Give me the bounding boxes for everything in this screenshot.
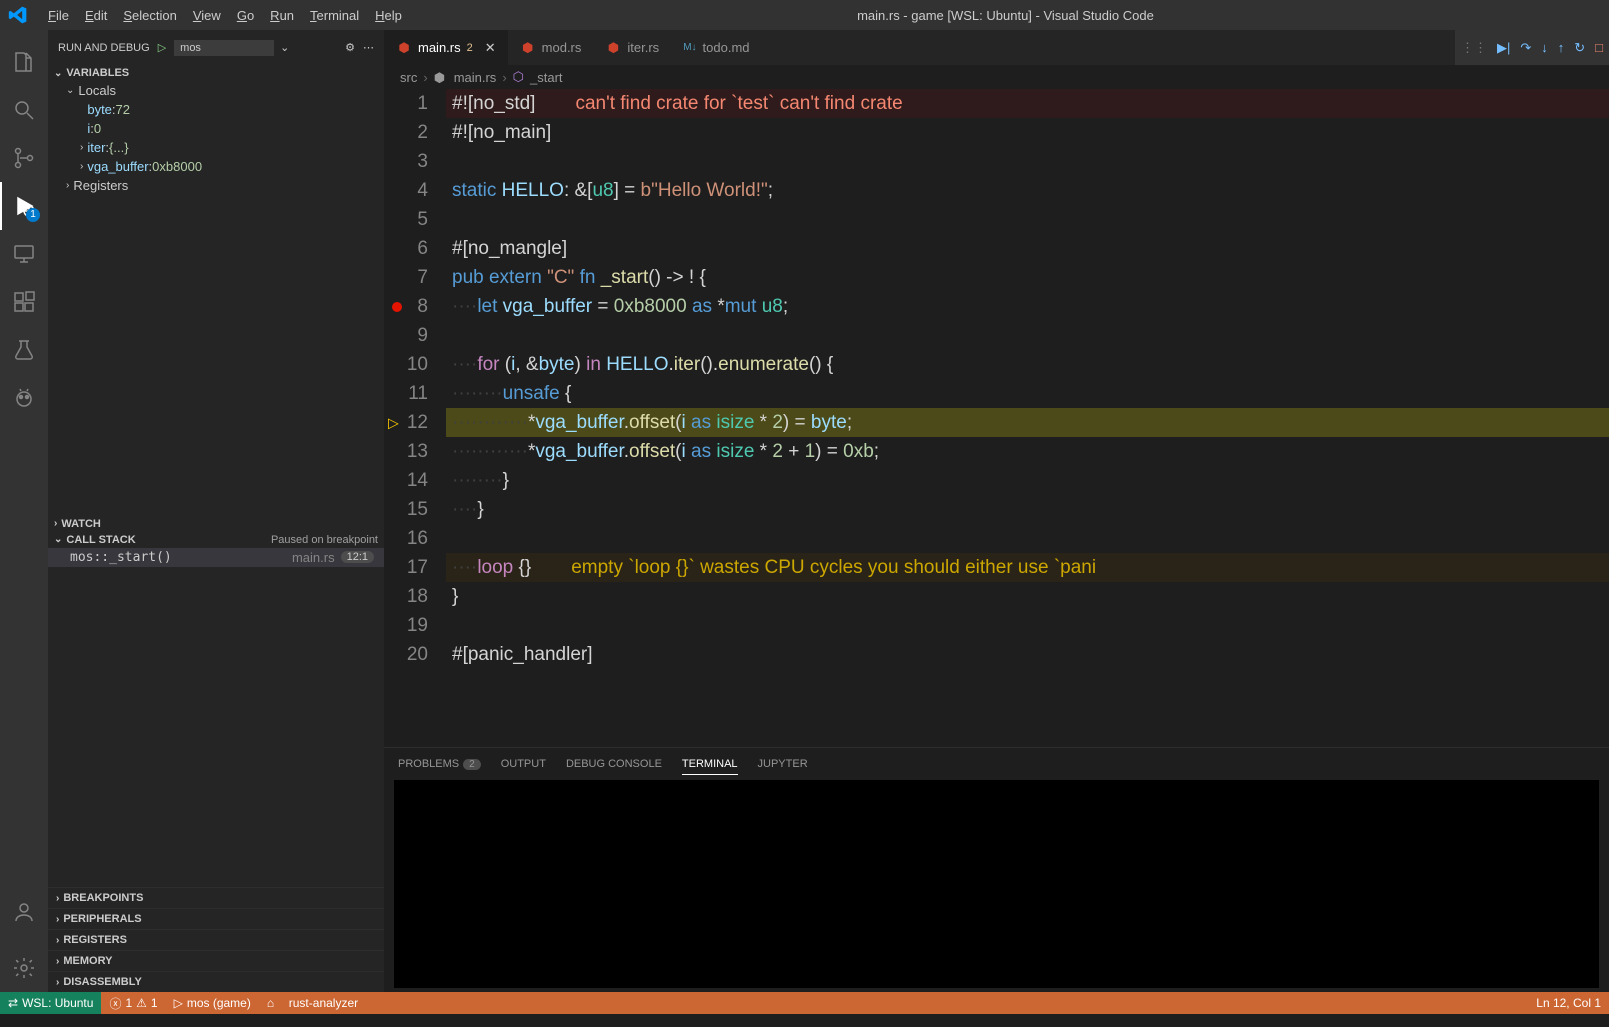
close-icon[interactable]: ✕ <box>485 40 496 56</box>
menu-file[interactable]: File <box>40 4 77 27</box>
tab-todo.md[interactable]: M↓todo.md <box>671 30 761 65</box>
search-icon[interactable] <box>0 86 48 134</box>
step-over-icon[interactable]: ↷ <box>1520 40 1531 56</box>
accounts-icon[interactable] <box>0 888 48 936</box>
variables-section[interactable]: ⌄VARIABLES <box>48 65 384 81</box>
rust-file-icon: ⬢ <box>434 70 448 84</box>
testing-icon[interactable] <box>0 326 48 374</box>
remote-indicator[interactable]: ⇄WSL: Ubuntu <box>0 992 101 1014</box>
breakpoints-section[interactable]: ›BREAKPOINTS <box>48 887 384 908</box>
bottom-panel: PROBLEMS2 OUTPUT DEBUG CONSOLE TERMINAL JUPY… <box>384 747 1609 992</box>
debug-alt-icon: ▷ <box>174 996 183 1010</box>
platformio-icon[interactable] <box>0 374 48 422</box>
registers-group[interactable]: ›Registers <box>66 176 384 195</box>
editor-group: ⬢main.rs2✕⬢mod.rs⬢iter.rsM↓todo.md ⋮⋮ ▶|… <box>384 30 1609 992</box>
breakpoint-icon[interactable] <box>392 302 402 312</box>
rust-file-icon: ⬢ <box>396 40 412 56</box>
vscode-logo-icon <box>8 5 28 25</box>
rust-analyzer-status[interactable]: ⌂ rust-analyzer <box>259 996 366 1010</box>
line-gutter[interactable]: 123456789101112▷1314151617181920 <box>384 89 446 747</box>
restart-icon[interactable]: ↻ <box>1574 40 1585 56</box>
cursor-position[interactable]: Ln 12, Col 1 <box>1528 996 1609 1010</box>
peripherals-section[interactable]: ›PERIPHERALS <box>48 908 384 929</box>
chevron-down-icon[interactable]: ⌄ <box>280 41 289 54</box>
panel-tab-jupyter[interactable]: JUPYTER <box>758 754 808 774</box>
debug-badge: 1 <box>26 208 40 222</box>
debug-toolbar: ⋮⋮ ▶| ↷ ↓ ↑ ↻ □ <box>1455 30 1609 65</box>
problems-status[interactable]: ⓧ1 ⚠1 <box>101 995 165 1012</box>
panel-tab-terminal[interactable]: TERMINAL <box>682 754 738 774</box>
watch-section[interactable]: ›WATCH <box>48 516 384 532</box>
warning-icon: ⚠ <box>136 996 147 1010</box>
rust-file-icon: ⬢ <box>520 40 536 56</box>
more-icon[interactable]: ⋯ <box>363 41 374 54</box>
debug-header: RUN AND DEBUG ▷ mos ⌄ ⚙ ⋯ <box>48 30 384 65</box>
menu-view[interactable]: View <box>185 4 229 27</box>
step-out-icon[interactable]: ↑ <box>1558 40 1565 55</box>
tab-main.rs[interactable]: ⬢main.rs2✕ <box>384 30 508 65</box>
window-title: main.rs - game [WSL: Ubuntu] - Visual St… <box>410 8 1601 23</box>
settings-gear-icon[interactable] <box>0 944 48 992</box>
panel-tab-output[interactable]: OUTPUT <box>501 754 546 774</box>
breadcrumb[interactable]: src› ⬢main.rs› ⬡_start <box>384 65 1609 89</box>
tab-iter.rs[interactable]: ⬢iter.rs <box>593 30 671 65</box>
menu-run[interactable]: Run <box>262 4 302 27</box>
tab-bar: ⬢main.rs2✕⬢mod.rs⬢iter.rsM↓todo.md ⋮⋮ ▶|… <box>384 30 1609 65</box>
panel-tab-problems[interactable]: PROBLEMS2 <box>398 754 481 774</box>
current-line-icon: ▷ <box>388 408 399 437</box>
terminal-body[interactable] <box>394 780 1599 988</box>
variable-row[interactable]: ›byte: 72 <box>80 100 384 119</box>
step-into-icon[interactable]: ↓ <box>1541 40 1548 55</box>
status-bar: ⇄WSL: Ubuntu ⓧ1 ⚠1 ▷mos (game) ⌂ rust-an… <box>0 992 1609 1014</box>
menu-go[interactable]: Go <box>229 4 262 27</box>
menu-selection[interactable]: Selection <box>115 4 184 27</box>
error-icon: ⓧ <box>109 995 121 1012</box>
explorer-icon[interactable] <box>0 38 48 86</box>
menubar: FileEditSelectionViewGoRunTerminalHelp m… <box>0 0 1609 30</box>
menu-edit[interactable]: Edit <box>77 4 115 27</box>
source-control-icon[interactable] <box>0 134 48 182</box>
registers2-section[interactable]: ›REGISTERS <box>48 929 384 950</box>
debug-config-select[interactable]: mos <box>174 40 274 56</box>
variable-row[interactable]: ›vga_buffer: 0xb8000 <box>80 157 384 176</box>
run-debug-icon[interactable]: 1 <box>0 182 48 230</box>
menu-help[interactable]: Help <box>367 4 410 27</box>
disassembly-section[interactable]: ›DISASSEMBLY <box>48 971 384 992</box>
variable-row[interactable]: ›i: 0 <box>80 119 384 138</box>
symbol-icon: ⬡ <box>513 69 524 85</box>
remote-icon: ⇄ <box>8 996 18 1010</box>
debug-status[interactable]: ▷mos (game) <box>166 996 259 1010</box>
variable-row[interactable]: ›iter: {...} <box>80 138 384 157</box>
stop-icon[interactable]: □ <box>1595 40 1603 55</box>
code-editor[interactable]: #![no_std]can't find crate for `test` ca… <box>446 89 1609 747</box>
remote-explorer-icon[interactable] <box>0 230 48 278</box>
callstack-section[interactable]: ⌄CALL STACKPaused on breakpoint <box>48 532 384 548</box>
panel-tabs: PROBLEMS2 OUTPUT DEBUG CONSOLE TERMINAL JUPY… <box>384 748 1609 774</box>
activity-bar: 1 <box>0 30 48 992</box>
extensions-icon[interactable] <box>0 278 48 326</box>
drag-handle-icon[interactable]: ⋮⋮ <box>1461 40 1487 56</box>
gear-icon[interactable]: ⚙ <box>345 41 355 54</box>
home-icon: ⌂ <box>267 996 274 1010</box>
start-debug-icon[interactable]: ▷ <box>158 41 166 54</box>
continue-icon[interactable]: ▶| <box>1497 40 1510 56</box>
sidebar-title: RUN AND DEBUG <box>58 42 150 54</box>
memory-section[interactable]: ›MEMORY <box>48 950 384 971</box>
callstack-frame[interactable]: mos::_start() main.rs 12:1 <box>48 548 384 567</box>
menu-terminal[interactable]: Terminal <box>302 4 367 27</box>
tab-mod.rs[interactable]: ⬢mod.rs <box>508 30 594 65</box>
panel-tab-debug console[interactable]: DEBUG CONSOLE <box>566 754 662 774</box>
locals-group[interactable]: ⌄Locals <box>66 81 384 100</box>
debug-sidebar: RUN AND DEBUG ▷ mos ⌄ ⚙ ⋯ ⌄VARIABLES ⌄Lo… <box>48 30 384 992</box>
rust-file-icon: ⬢ <box>605 40 621 56</box>
